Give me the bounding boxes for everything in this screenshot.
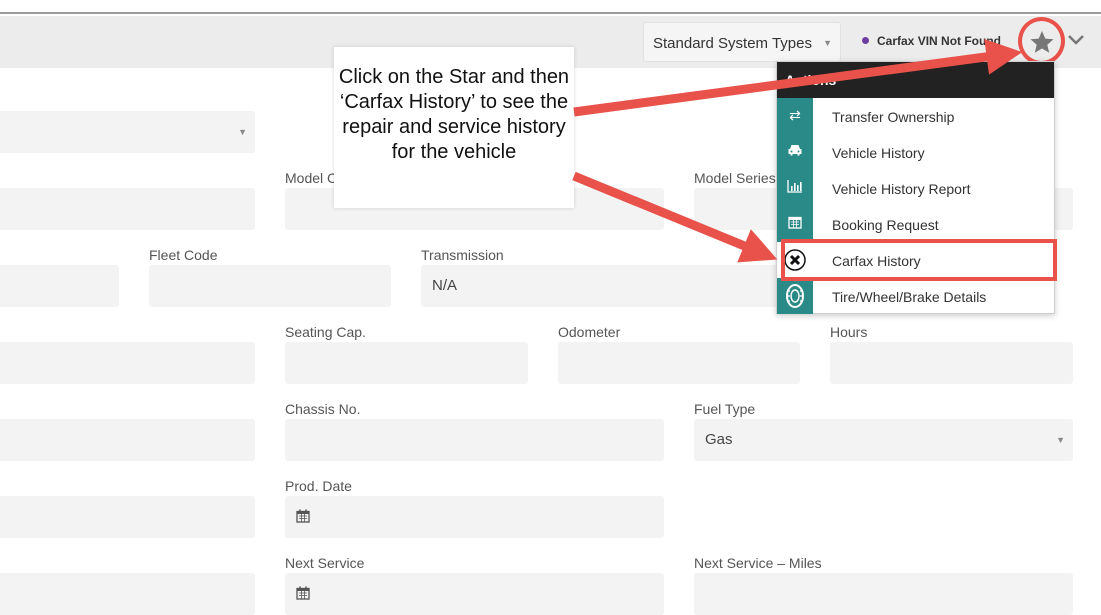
annotation-arrows (572, 39, 1023, 263)
arrow-to-star (573, 39, 1023, 117)
arrow-to-carfax-history (572, 171, 778, 263)
